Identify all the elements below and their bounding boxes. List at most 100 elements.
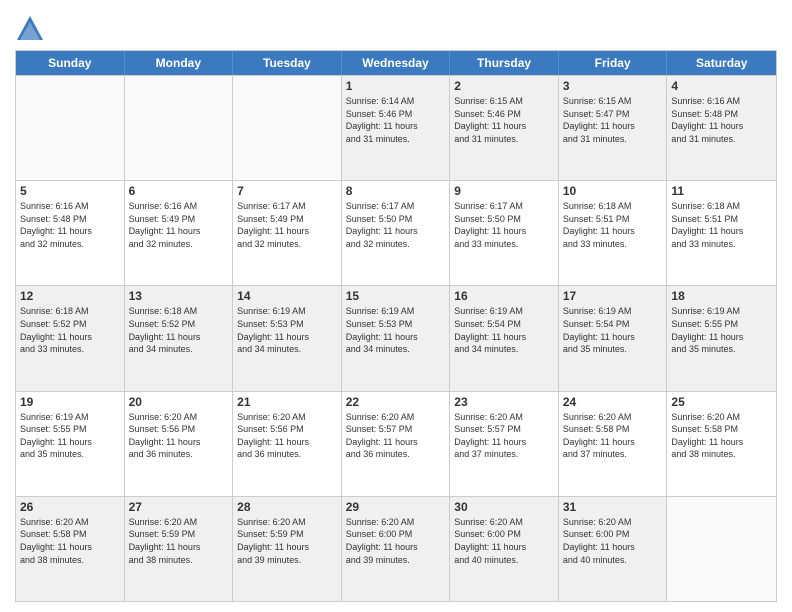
day-number: 30 <box>454 500 554 514</box>
day-info: Sunrise: 6:18 AM Sunset: 5:52 PM Dayligh… <box>20 305 120 355</box>
cal-cell: 24Sunrise: 6:20 AM Sunset: 5:58 PM Dayli… <box>559 392 668 496</box>
cal-cell: 18 Sunrise: 6:19 AM Sunset: 5:55 PM Dayli… <box>667 286 776 390</box>
cal-cell: 23 Sunrise: 6:20 AM Sunset: 5:57 PM Dayli… <box>450 392 559 496</box>
logo <box>15 14 49 44</box>
day-info: Sunrise: 6:19 AM Sunset: 5:55 PM Dayligh… <box>671 305 772 355</box>
day-number: 18 <box>671 289 772 303</box>
page: SundayMondayTuesdayWednesdayThursdayFrid… <box>0 0 792 612</box>
day-number: 7 <box>237 184 337 198</box>
day-number: 16 <box>454 289 554 303</box>
header-day-wednesday: Wednesday <box>342 51 451 75</box>
day-info: Sunrise: 6:19 AM Sunset: 5:54 PM Dayligh… <box>563 305 663 355</box>
header-day-thursday: Thursday <box>450 51 559 75</box>
day-number: 26 <box>20 500 120 514</box>
day-info: Sunrise: 6:20 AM Sunset: 5:57 PM Dayligh… <box>346 411 446 461</box>
day-info: Sunrise: 6:20 AM Sunset: 5:59 PM Dayligh… <box>129 516 229 566</box>
cal-cell: 28 Sunrise: 6:20 AM Sunset: 5:59 PM Dayli… <box>233 497 342 601</box>
day-number: 8 <box>346 184 446 198</box>
day-info: Sunrise: 6:20 AM Sunset: 5:57 PM Dayligh… <box>454 411 554 461</box>
cal-cell: 15 Sunrise: 6:19 AM Sunset: 5:53 PM Dayli… <box>342 286 451 390</box>
day-number: 9 <box>454 184 554 198</box>
day-info: Sunrise: 6:15 AM Sunset: 5:47 PM Dayligh… <box>563 95 663 145</box>
day-info: Sunrise: 6:19 AM Sunset: 5:54 PM Dayligh… <box>454 305 554 355</box>
cal-cell: 16 Sunrise: 6:19 AM Sunset: 5:54 PM Dayli… <box>450 286 559 390</box>
header <box>15 10 777 44</box>
day-number: 10 <box>563 184 663 198</box>
day-number: 22 <box>346 395 446 409</box>
day-info: Sunrise: 6:20 AM Sunset: 5:59 PM Dayligh… <box>237 516 337 566</box>
cal-cell: 25 Sunrise: 6:20 AM Sunset: 5:58 PM Dayli… <box>667 392 776 496</box>
day-number: 3 <box>563 79 663 93</box>
day-number: 14 <box>237 289 337 303</box>
day-info: Sunrise: 6:16 AM Sunset: 5:49 PM Dayligh… <box>129 200 229 250</box>
cal-cell: 27Sunrise: 6:20 AM Sunset: 5:59 PM Dayli… <box>125 497 234 601</box>
cal-cell: 21Sunrise: 6:20 AM Sunset: 5:56 PM Dayli… <box>233 392 342 496</box>
cal-cell: 12 Sunrise: 6:18 AM Sunset: 5:52 PM Dayli… <box>16 286 125 390</box>
calendar-header-row: SundayMondayTuesdayWednesdayThursdayFrid… <box>16 51 776 75</box>
day-number: 11 <box>671 184 772 198</box>
cal-cell: 22 Sunrise: 6:20 AM Sunset: 5:57 PM Dayli… <box>342 392 451 496</box>
day-info: Sunrise: 6:15 AM Sunset: 5:46 PM Dayligh… <box>454 95 554 145</box>
day-number: 15 <box>346 289 446 303</box>
header-day-monday: Monday <box>125 51 234 75</box>
header-day-tuesday: Tuesday <box>233 51 342 75</box>
cal-cell: 30 Sunrise: 6:20 AM Sunset: 6:00 PM Dayli… <box>450 497 559 601</box>
cal-cell: 10 Sunrise: 6:18 AM Sunset: 5:51 PM Dayli… <box>559 181 668 285</box>
day-number: 20 <box>129 395 229 409</box>
day-number: 1 <box>346 79 446 93</box>
day-number: 25 <box>671 395 772 409</box>
day-number: 2 <box>454 79 554 93</box>
day-number: 23 <box>454 395 554 409</box>
day-number: 24 <box>563 395 663 409</box>
cal-cell: 3 Sunrise: 6:15 AM Sunset: 5:47 PM Daylig… <box>559 76 668 180</box>
day-info: Sunrise: 6:20 AM Sunset: 6:00 PM Dayligh… <box>454 516 554 566</box>
day-info: Sunrise: 6:20 AM Sunset: 5:56 PM Dayligh… <box>237 411 337 461</box>
day-info: Sunrise: 6:20 AM Sunset: 6:00 PM Dayligh… <box>563 516 663 566</box>
cal-cell: 31 Sunrise: 6:20 AM Sunset: 6:00 PM Dayli… <box>559 497 668 601</box>
cal-cell: 1Sunrise: 6:14 AM Sunset: 5:46 PM Daylig… <box>342 76 451 180</box>
day-info: Sunrise: 6:20 AM Sunset: 5:58 PM Dayligh… <box>671 411 772 461</box>
day-number: 17 <box>563 289 663 303</box>
day-info: Sunrise: 6:18 AM Sunset: 5:52 PM Dayligh… <box>129 305 229 355</box>
day-number: 19 <box>20 395 120 409</box>
day-number: 5 <box>20 184 120 198</box>
day-number: 28 <box>237 500 337 514</box>
day-info: Sunrise: 6:17 AM Sunset: 5:49 PM Dayligh… <box>237 200 337 250</box>
cal-cell <box>125 76 234 180</box>
cal-cell: 6Sunrise: 6:16 AM Sunset: 5:49 PM Daylig… <box>125 181 234 285</box>
day-info: Sunrise: 6:16 AM Sunset: 5:48 PM Dayligh… <box>671 95 772 145</box>
cal-cell: 13 Sunrise: 6:18 AM Sunset: 5:52 PM Dayli… <box>125 286 234 390</box>
calendar: SundayMondayTuesdayWednesdayThursdayFrid… <box>15 50 777 602</box>
calendar-body: 1Sunrise: 6:14 AM Sunset: 5:46 PM Daylig… <box>16 75 776 601</box>
week-row-4: 19 Sunrise: 6:19 AM Sunset: 5:55 PM Dayli… <box>16 391 776 496</box>
cal-cell: 8 Sunrise: 6:17 AM Sunset: 5:50 PM Daylig… <box>342 181 451 285</box>
cal-cell: 14Sunrise: 6:19 AM Sunset: 5:53 PM Dayli… <box>233 286 342 390</box>
day-info: Sunrise: 6:17 AM Sunset: 5:50 PM Dayligh… <box>454 200 554 250</box>
day-info: Sunrise: 6:20 AM Sunset: 5:58 PM Dayligh… <box>20 516 120 566</box>
day-number: 4 <box>671 79 772 93</box>
week-row-5: 26 Sunrise: 6:20 AM Sunset: 5:58 PM Dayli… <box>16 496 776 601</box>
cal-cell: 7 Sunrise: 6:17 AM Sunset: 5:49 PM Daylig… <box>233 181 342 285</box>
day-info: Sunrise: 6:16 AM Sunset: 5:48 PM Dayligh… <box>20 200 120 250</box>
day-info: Sunrise: 6:17 AM Sunset: 5:50 PM Dayligh… <box>346 200 446 250</box>
cal-cell <box>16 76 125 180</box>
cal-cell <box>233 76 342 180</box>
day-number: 12 <box>20 289 120 303</box>
logo-icon <box>15 14 45 44</box>
day-info: Sunrise: 6:18 AM Sunset: 5:51 PM Dayligh… <box>563 200 663 250</box>
week-row-1: 1Sunrise: 6:14 AM Sunset: 5:46 PM Daylig… <box>16 75 776 180</box>
header-day-sunday: Sunday <box>16 51 125 75</box>
cal-cell: 26 Sunrise: 6:20 AM Sunset: 5:58 PM Dayli… <box>16 497 125 601</box>
cal-cell: 19 Sunrise: 6:19 AM Sunset: 5:55 PM Dayli… <box>16 392 125 496</box>
day-info: Sunrise: 6:20 AM Sunset: 5:56 PM Dayligh… <box>129 411 229 461</box>
day-info: Sunrise: 6:19 AM Sunset: 5:55 PM Dayligh… <box>20 411 120 461</box>
day-info: Sunrise: 6:19 AM Sunset: 5:53 PM Dayligh… <box>346 305 446 355</box>
day-number: 29 <box>346 500 446 514</box>
cal-cell: 17 Sunrise: 6:19 AM Sunset: 5:54 PM Dayli… <box>559 286 668 390</box>
day-number: 31 <box>563 500 663 514</box>
day-number: 13 <box>129 289 229 303</box>
cal-cell <box>667 497 776 601</box>
cal-cell: 9 Sunrise: 6:17 AM Sunset: 5:50 PM Daylig… <box>450 181 559 285</box>
cal-cell: 4 Sunrise: 6:16 AM Sunset: 5:48 PM Daylig… <box>667 76 776 180</box>
week-row-2: 5 Sunrise: 6:16 AM Sunset: 5:48 PM Daylig… <box>16 180 776 285</box>
